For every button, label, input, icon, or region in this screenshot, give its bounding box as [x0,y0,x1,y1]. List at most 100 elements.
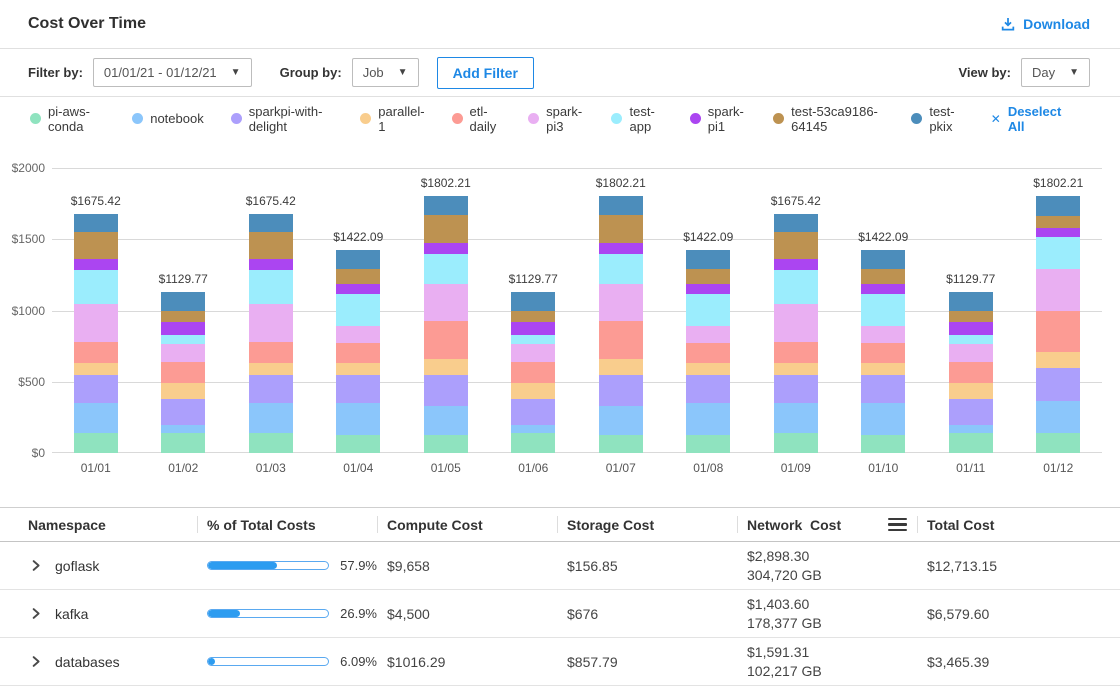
bar-segment-test-53ca9186-64145[interactable] [949,311,993,322]
group-by-dropdown[interactable]: Job ▼ [352,58,419,87]
bar-segment-spark-pi1[interactable] [161,322,205,335]
bar-segment-parallel-1[interactable] [249,363,293,375]
bar-segment-spark-pi3[interactable] [1036,269,1080,311]
add-filter-button[interactable]: Add Filter [437,57,534,89]
bar-segment-test-53ca9186-64145[interactable] [686,269,730,284]
bar-segment-test-app[interactable] [336,294,380,326]
bar-segment-notebook[interactable] [161,425,205,433]
bar-segment-spark-pi3[interactable] [424,284,468,322]
bar-segment-spark-pi1[interactable] [1036,228,1080,237]
bar-segment-pi-aws-conda[interactable] [861,435,905,453]
date-range-dropdown[interactable]: 01/01/21 - 01/12/21 ▼ [93,58,252,87]
legend-item-notebook[interactable]: notebook [132,111,204,126]
bar-segment-etl-daily[interactable] [511,362,555,384]
bar-segment-spark-pi1[interactable] [686,284,730,294]
table-row-databases[interactable]: databases6.09%$1016.29$857.79$1,591.3110… [0,638,1120,686]
bar-segment-test-pkix[interactable] [949,292,993,311]
bar-segment-etl-daily[interactable] [599,321,643,359]
bar-segment-notebook[interactable] [74,403,118,434]
bar-segment-pi-aws-conda[interactable] [949,433,993,453]
legend-item-etl-daily[interactable]: etl-daily [452,104,502,134]
legend-item-test-pkix[interactable]: test-pkix [911,104,963,134]
bar-segment-notebook[interactable] [336,403,380,434]
bar-segment-parallel-1[interactable] [424,359,468,375]
bar-segment-spark-pi3[interactable] [161,344,205,362]
expand-chevron-icon[interactable] [28,654,43,669]
bar-segment-sparkpi-with-delight[interactable] [511,399,555,425]
bar-segment-sparkpi-with-delight[interactable] [599,375,643,406]
bar-segment-etl-daily[interactable] [861,343,905,362]
bar-segment-etl-daily[interactable] [774,342,818,363]
bar-segment-etl-daily[interactable] [1036,311,1080,353]
legend-item-pi-aws-conda[interactable]: pi-aws-conda [30,104,105,134]
bar-segment-pi-aws-conda[interactable] [686,435,730,453]
legend-item-spark-pi1[interactable]: spark-pi1 [690,104,746,134]
bar-segment-pi-aws-conda[interactable] [1036,433,1080,453]
bar-segment-notebook[interactable] [249,403,293,434]
bar-segment-test-53ca9186-64145[interactable] [336,269,380,284]
bar-segment-etl-daily[interactable] [336,343,380,362]
bar-segment-test-pkix[interactable] [599,196,643,215]
bar-segment-test-pkix[interactable] [686,250,730,269]
bar-segment-pi-aws-conda[interactable] [249,433,293,453]
bar-segment-test-53ca9186-64145[interactable] [1036,216,1080,227]
bar-segment-parallel-1[interactable] [511,383,555,399]
bar-segment-notebook[interactable] [949,425,993,433]
bar-segment-parallel-1[interactable] [686,363,730,375]
bar-segment-pi-aws-conda[interactable] [74,433,118,453]
expand-chevron-icon[interactable] [28,558,43,573]
legend-item-sparkpi-with-delight[interactable]: sparkpi-with-delight [231,104,334,134]
bar-segment-test-app[interactable] [249,270,293,304]
bar-segment-sparkpi-with-delight[interactable] [161,399,205,425]
bar-segment-pi-aws-conda[interactable] [599,435,643,453]
bar-segment-pi-aws-conda[interactable] [336,435,380,453]
bar-segment-test-app[interactable] [686,294,730,326]
bar-segment-test-app[interactable] [161,335,205,344]
legend-item-parallel-1[interactable]: parallel-1 [360,104,424,134]
bar-segment-spark-pi3[interactable] [74,304,118,342]
bar-segment-notebook[interactable] [1036,401,1080,433]
bar-segment-test-53ca9186-64145[interactable] [861,269,905,284]
bar-segment-test-pkix[interactable] [1036,196,1080,216]
bar-segment-sparkpi-with-delight[interactable] [686,375,730,404]
bar-segment-test-pkix[interactable] [861,250,905,269]
bar-segment-etl-daily[interactable] [686,343,730,362]
bar-segment-spark-pi1[interactable] [774,259,818,270]
download-button[interactable]: Download [1000,16,1090,32]
bar-segment-parallel-1[interactable] [774,363,818,375]
bar-segment-notebook[interactable] [774,403,818,434]
bar-segment-spark-pi3[interactable] [774,304,818,342]
bar-segment-pi-aws-conda[interactable] [161,433,205,453]
bar-segment-spark-pi1[interactable] [424,243,468,254]
bar-segment-etl-daily[interactable] [161,362,205,384]
bar-segment-spark-pi1[interactable] [861,284,905,294]
bar-segment-test-53ca9186-64145[interactable] [774,232,818,259]
bar-segment-notebook[interactable] [861,403,905,434]
bar-segment-parallel-1[interactable] [949,383,993,399]
bar-segment-test-53ca9186-64145[interactable] [161,311,205,322]
bar-segment-test-53ca9186-64145[interactable] [249,232,293,259]
bar-segment-test-app[interactable] [774,270,818,304]
bar-segment-test-pkix[interactable] [336,250,380,269]
bar-segment-pi-aws-conda[interactable] [511,433,555,453]
bar-segment-notebook[interactable] [599,406,643,436]
bar-segment-test-app[interactable] [1036,237,1080,269]
bar-segment-spark-pi3[interactable] [599,284,643,322]
bar-segment-parallel-1[interactable] [161,383,205,399]
bar-segment-spark-pi1[interactable] [249,259,293,270]
bar-segment-test-pkix[interactable] [424,196,468,215]
bar-segment-spark-pi3[interactable] [949,344,993,362]
bar-segment-test-app[interactable] [424,254,468,284]
bar-segment-parallel-1[interactable] [74,363,118,375]
bar-segment-test-pkix[interactable] [249,214,293,232]
bar-segment-test-53ca9186-64145[interactable] [511,311,555,322]
bar-segment-test-app[interactable] [74,270,118,304]
bar-segment-sparkpi-with-delight[interactable] [949,399,993,425]
bar-segment-etl-daily[interactable] [424,321,468,359]
bar-segment-sparkpi-with-delight[interactable] [1036,368,1080,401]
legend-item-test-app[interactable]: test-app [611,104,662,134]
bar-segment-spark-pi1[interactable] [949,322,993,335]
bar-segment-test-app[interactable] [599,254,643,284]
bar-segment-spark-pi1[interactable] [74,259,118,270]
bar-segment-spark-pi3[interactable] [861,326,905,343]
